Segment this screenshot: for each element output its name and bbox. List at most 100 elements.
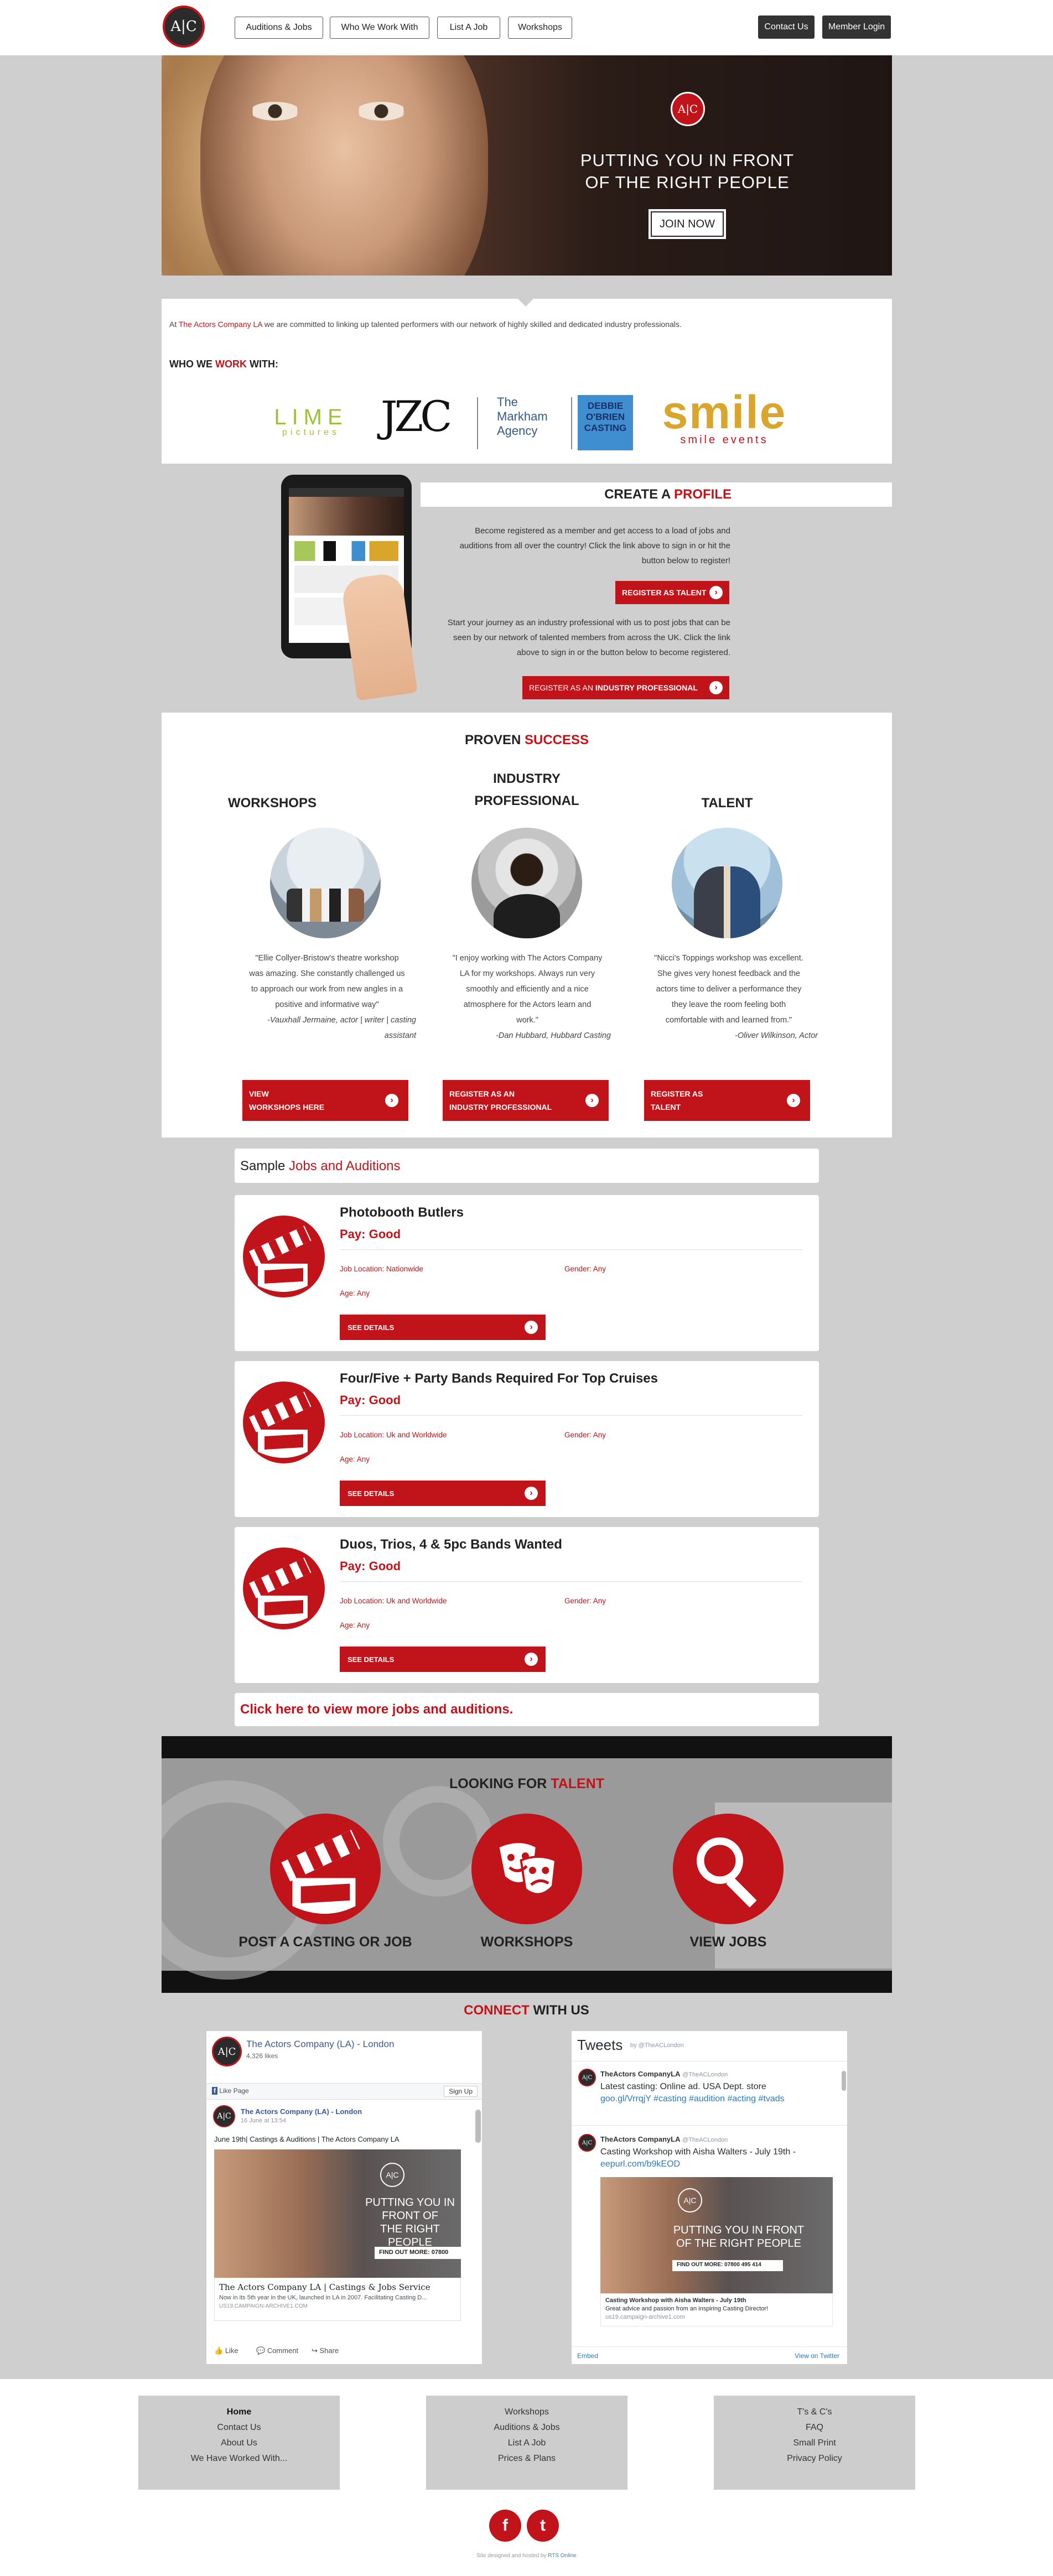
arrow-right-icon: › [585, 1094, 599, 1107]
register-talent-button-2[interactable]: REGISTER AS TALENT › [644, 1080, 810, 1121]
view-jobs-label[interactable]: VIEW JOBS [640, 1934, 817, 1950]
footer-link-faq[interactable]: FAQ [714, 2420, 915, 2435]
job-title[interactable]: Four/Five + Party Bands Required For Top… [340, 1371, 658, 1386]
band-bottom [162, 1971, 892, 1993]
hero-logo: A|C [671, 92, 705, 126]
fb-toolbar: f Like Page Sign Up [206, 2083, 482, 2100]
twitter-scrollbar[interactable] [842, 2071, 846, 2091]
create-profile-header: CREATE A PROFILE [421, 482, 892, 507]
facebook-icon[interactable]: f [489, 2510, 521, 2542]
fb-action-like[interactable]: 👍 Like [214, 2346, 238, 2355]
footer-link-auditions[interactable]: Auditions & Jobs [426, 2420, 627, 2435]
divider [340, 1415, 802, 1416]
job-card: Four/Five + Party Bands Required For Top… [235, 1361, 819, 1517]
fb-scrollbar[interactable] [475, 2110, 481, 2143]
more-jobs-link[interactable]: Click here to view more jobs and auditio… [240, 1702, 513, 1717]
partner-logo-debbie-obrien[interactable]: DEBBIE O'BRIEN CASTING [578, 395, 633, 450]
footer-link-small-print[interactable]: Small Print [714, 2435, 915, 2451]
contact-us-button[interactable]: Contact Us [758, 15, 815, 39]
partner-logo-smile-events[interactable]: smile smile events [644, 387, 805, 446]
clapperboard-icon [281, 1830, 360, 1914]
twitter-icon[interactable]: t [527, 2510, 559, 2542]
divider [340, 1581, 802, 1582]
partner-logo-lime[interactable]: LIME pictures [267, 405, 355, 438]
footer-link-about[interactable]: About Us [138, 2435, 340, 2451]
job-pay: Pay: Good [340, 1393, 401, 1407]
footer-link-list-job[interactable]: List A Job [426, 2435, 627, 2451]
join-now-button[interactable]: JOIN NOW [649, 209, 726, 239]
footer-link-worked-with[interactable]: We Have Worked With... [138, 2451, 340, 2466]
job-pay: Pay: Good [340, 1227, 401, 1241]
company-link[interactable]: The Actors Company LA [179, 320, 262, 329]
footer-link-contact[interactable]: Contact Us [138, 2420, 340, 2435]
job-pay: Pay: Good [340, 1559, 401, 1573]
connect-with-us-title: CONNECT WITH US [464, 2003, 589, 2018]
talent-register-text: Become registered as a member and get ac… [459, 526, 730, 565]
partner-divider [571, 397, 572, 449]
footer-link-workshops[interactable]: Workshops [426, 2404, 627, 2420]
tweet-author[interactable]: TheActors CompanyLA @TheACLondon [600, 2135, 728, 2143]
job-title[interactable]: Duos, Trios, 4 & 5pc Bands Wanted [340, 1537, 562, 1552]
arrow-right-icon: › [385, 1094, 398, 1107]
tweet-image[interactable]: A|C PUTTING YOU IN FRONT OF THE RIGHT PE… [600, 2177, 833, 2293]
view-on-twitter-link[interactable]: View on Twitter [795, 2352, 839, 2360]
arrow-right-icon: › [525, 1487, 538, 1500]
nav-workshops[interactable]: Workshops [508, 17, 572, 39]
see-details-button[interactable]: SEE DETAILS › [340, 1481, 546, 1506]
fb-post-avatar: A|C [213, 2105, 235, 2127]
fb-like-page-button[interactable]: f Like Page [212, 2087, 249, 2095]
job-title[interactable]: Photobooth Butlers [340, 1205, 464, 1221]
sample-jobs-heading: Sample Jobs and Auditions [235, 1149, 819, 1183]
footer-link-home[interactable]: Home [138, 2404, 340, 2420]
divider [572, 2125, 847, 2126]
register-talent-button[interactable]: REGISTER AS TALENT › [615, 581, 729, 604]
workshops-label[interactable]: WORKSHOPS [438, 1934, 615, 1950]
twitter-embed-link[interactable]: Embed [577, 2352, 598, 2360]
see-details-button[interactable]: SEE DETAILS › [340, 1647, 546, 1672]
post-casting-label[interactable]: POST A CASTING OR JOB [237, 1934, 414, 1950]
fb-post-image[interactable]: A|C PUTTING YOU IN FRONT OF THE RIGHT PE… [214, 2149, 461, 2278]
register-industry-pro-button[interactable]: REGISTER AS AN INDUSTRY PROFESSIONAL › [522, 676, 729, 699]
tweet-text: Casting Workshop with Aisha Walters - Ju… [600, 2147, 796, 2169]
nav-auditions-jobs[interactable]: Auditions & Jobs [235, 17, 323, 39]
member-login-button[interactable]: Member Login [822, 15, 891, 39]
footer-links-col-1: Home Contact Us About Us We Have Worked … [138, 2396, 340, 2490]
footer-link-terms[interactable]: T's & C's [714, 2404, 915, 2420]
fb-page-name[interactable]: The Actors Company (LA) - London [246, 2039, 394, 2050]
proven-success-title: PROVEN SUCCESS [464, 733, 589, 747]
tweet-card[interactable]: Casting Workshop with Aisha Walters - Ju… [600, 2293, 833, 2326]
post-casting-link[interactable] [270, 1814, 381, 1924]
view-workshops-button[interactable]: VIEW WORKSHOPS HERE › [242, 1080, 408, 1121]
site-header: A|C Auditions & Jobs Who We Work With Li… [0, 0, 1053, 55]
partner-logo-jzc[interactable]: JZC [381, 392, 452, 441]
hero-image-eye [356, 102, 406, 121]
fb-link-preview[interactable]: The Actors Company LA | Castings & Jobs … [214, 2278, 461, 2321]
more-jobs-box: Click here to view more jobs and auditio… [235, 1693, 819, 1726]
register-industry-professional-button[interactable]: REGISTER AS AN INDUSTRY PROFESSIONAL › [443, 1080, 609, 1121]
fb-cover: A|C The Actors Company (LA) - London 4,3… [206, 2031, 482, 2078]
footer-link-privacy[interactable]: Privacy Policy [714, 2451, 915, 2466]
job-gender: Gender: Any [564, 1597, 606, 1605]
arrow-right-icon: › [525, 1321, 538, 1334]
looking-for-talent-title: LOOKING FOR TALENT [449, 1776, 605, 1791]
job-gender: Gender: Any [564, 1431, 606, 1439]
partner-logo-markham[interactable]: The Markham Agency [497, 395, 548, 438]
twitter-widget: Tweets by @TheACLondon A|C TheActors Com… [571, 2030, 848, 2365]
view-jobs-link[interactable] [673, 1814, 784, 1924]
fb-post-author[interactable]: The Actors Company (LA) - London [241, 2107, 362, 2116]
fb-action-share[interactable]: ↪ Share [312, 2346, 339, 2355]
workshops-link[interactable] [471, 1814, 582, 1924]
fb-sign-up-button[interactable]: Sign Up [444, 2086, 478, 2097]
fb-page-avatar[interactable]: A|C [212, 2037, 242, 2066]
site-logo[interactable]: A|C [163, 6, 205, 48]
job-location: Job Location: Uk and Worldwide [340, 1431, 447, 1439]
tweet-author[interactable]: TheActors CompanyLA @TheACLondon [600, 2070, 728, 2078]
rts-online-link[interactable]: RTS Online [548, 2553, 577, 2559]
talent-photo [672, 828, 782, 938]
tweets-by[interactable]: by @TheACLondon [630, 2042, 684, 2049]
nav-list-a-job[interactable]: List A Job [437, 17, 500, 39]
fb-action-comment[interactable]: 💬 Comment [256, 2346, 298, 2355]
see-details-button[interactable]: SEE DETAILS › [340, 1315, 546, 1340]
footer-link-prices[interactable]: Prices & Plans [426, 2451, 627, 2466]
nav-who-we-work-with[interactable]: Who We Work With [330, 17, 429, 39]
